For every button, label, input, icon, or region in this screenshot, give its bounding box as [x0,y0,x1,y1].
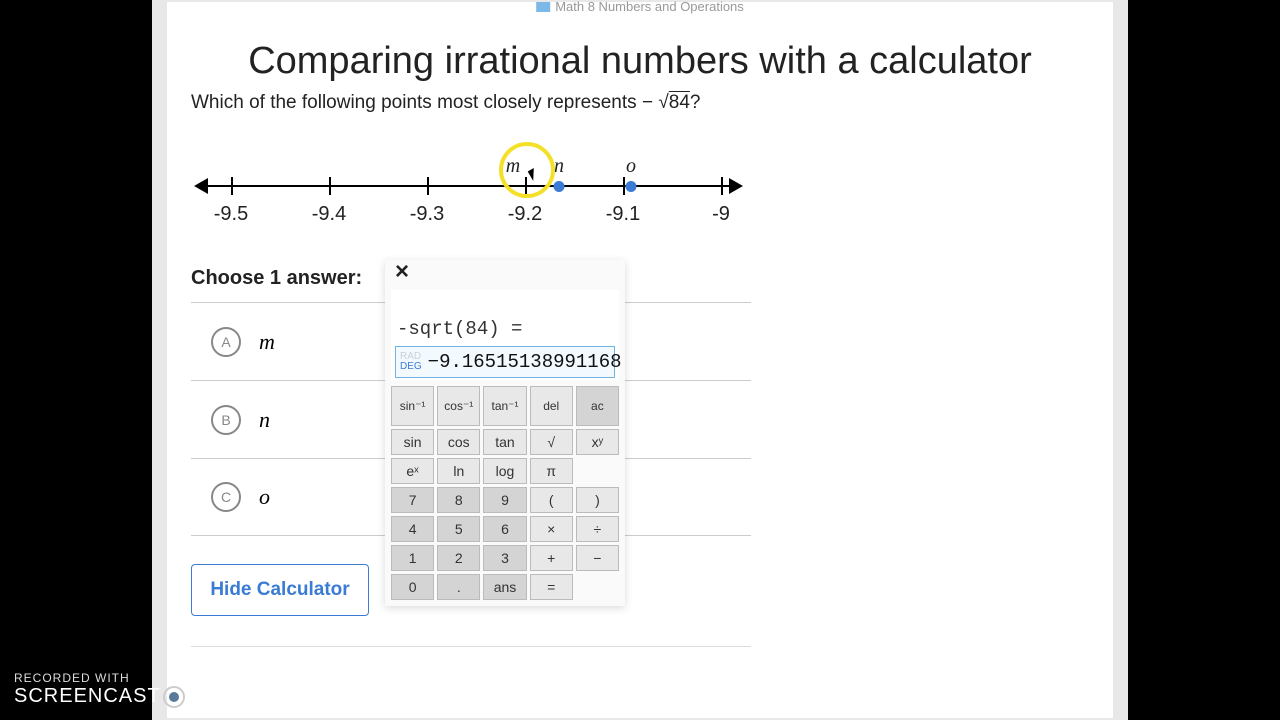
calc-key-[interactable]: √ [530,429,573,455]
calc-key-cos[interactable]: cos⁻¹ [437,386,480,426]
choose-label: Choose 1 answer: [191,267,362,290]
calculator-mode: RAD DEG [400,352,422,372]
calc-key-[interactable]: ) [576,487,619,513]
question-radical: √ [658,92,668,113]
choice-radio[interactable]: A [211,327,241,357]
question-radicand: 84 [669,92,690,113]
question-text: Which of the following points most close… [191,92,700,114]
number-line-tick-label: -9.5 [214,203,248,226]
number-line-tick [427,177,429,195]
calc-key-tan[interactable]: tan⁻¹ [483,386,526,426]
calc-key-ac[interactable]: ac [576,386,619,426]
calc-key-ans[interactable]: ans [483,574,526,600]
calc-key-x[interactable]: xʸ [576,429,619,455]
watermark-bottom: SCREENCAST MATIC [14,685,252,708]
content-pane: Math 8 Numbers and Operations Comparing … [167,2,1113,718]
choice-text: n [259,407,270,433]
page-frame: Math 8 Numbers and Operations Comparing … [152,0,1128,720]
calc-key-[interactable]: π [530,458,573,484]
calc-key-6[interactable]: 6 [483,516,526,542]
watermark-logo-icon [163,686,185,708]
calc-key-9[interactable]: 9 [483,487,526,513]
calc-key-[interactable]: . [437,574,480,600]
calc-key-del[interactable]: del [530,386,573,426]
calc-key-[interactable]: + [530,545,573,571]
calc-key-8[interactable]: 8 [437,487,480,513]
number-line-tick [721,177,723,195]
number-line-point-dot[interactable] [626,181,637,192]
number-line-tick [525,177,527,195]
number-line-point-label: m [506,155,520,178]
calculator-keys: sin⁻¹cos⁻¹tan⁻¹delac sincostan√xʸ eˣlnlogπ… [391,386,619,600]
number-line-tick-label: -9 [712,203,730,226]
calc-key-[interactable]: ( [530,487,573,513]
calc-key-tan[interactable]: tan [483,429,526,455]
folder-icon [536,2,550,12]
watermark-top: RECORDED WITH [14,671,252,685]
calc-key-2[interactable]: 2 [437,545,480,571]
number-line-tick-label: -9.4 [312,203,346,226]
calc-key-3[interactable]: 3 [483,545,526,571]
calc-key-log[interactable]: log [483,458,526,484]
calculator-panel: × -sqrt(84) = RAD DEG −9.16515138991168 … [385,260,625,606]
question-prefix: Which of the following points most close… [191,92,642,113]
calc-key-[interactable]: × [530,516,573,542]
calculator-screen: -sqrt(84) = RAD DEG −9.16515138991168 [391,290,619,380]
number-line-point-label: n [554,155,564,178]
calc-key-e[interactable]: eˣ [391,458,434,484]
breadcrumb-label: Math 8 Numbers and Operations [555,0,744,14]
calc-key-1[interactable]: 1 [391,545,434,571]
calculator-expression: -sqrt(84) = [397,318,522,340]
number-line-tick-label: -9.3 [410,203,444,226]
calc-key-ln[interactable]: ln [437,458,480,484]
calculator-result: −9.16515138991168 [428,351,622,373]
choice-radio[interactable]: C [211,482,241,512]
number-line-point-label: o [626,155,636,178]
watermark-left: SCREENCAST [14,685,161,708]
calc-key-sin[interactable]: sin⁻¹ [391,386,434,426]
divider [191,646,751,647]
page-title: Comparing irrational numbers with a calc… [167,40,1113,83]
number-line-tick [231,177,233,195]
calc-key-[interactable]: − [576,545,619,571]
calc-key-0[interactable]: 0 [391,574,434,600]
calc-key-sin[interactable]: sin [391,429,434,455]
arrow-left-icon [194,178,208,194]
question-op: − [642,92,653,113]
calculator-result-box: RAD DEG −9.16515138991168 [395,346,615,378]
number-line-axis [206,185,731,187]
calc-key-cos[interactable]: cos [437,429,480,455]
breadcrumb-tab: Math 8 Numbers and Operations [536,0,744,14]
hide-calculator-button[interactable]: Hide Calculator [191,564,369,616]
question-suffix: ? [690,92,701,113]
arrow-right-icon [729,178,743,194]
number-line-tick-label: -9.1 [606,203,640,226]
mode-rad: RAD [400,352,422,362]
calc-key-5[interactable]: 5 [437,516,480,542]
calc-key-4[interactable]: 4 [391,516,434,542]
choice-radio[interactable]: B [211,405,241,435]
choice-text: o [259,484,270,510]
close-icon[interactable]: × [395,258,409,286]
mode-deg: DEG [400,362,422,372]
choice-text: m [259,329,275,355]
number-line-point-dot[interactable] [554,181,565,192]
calc-key-7[interactable]: 7 [391,487,434,513]
watermark: RECORDED WITH SCREENCAST MATIC [14,671,252,708]
number-line-tick-label: -9.2 [508,203,542,226]
calc-key-[interactable]: ÷ [576,516,619,542]
number-line: -9.5 -9.4 -9.3 -9.2 -9.1 -9 m n o [191,147,746,227]
number-line-tick [329,177,331,195]
calc-key-[interactable]: = [530,574,573,600]
watermark-right: MATIC [187,685,253,708]
